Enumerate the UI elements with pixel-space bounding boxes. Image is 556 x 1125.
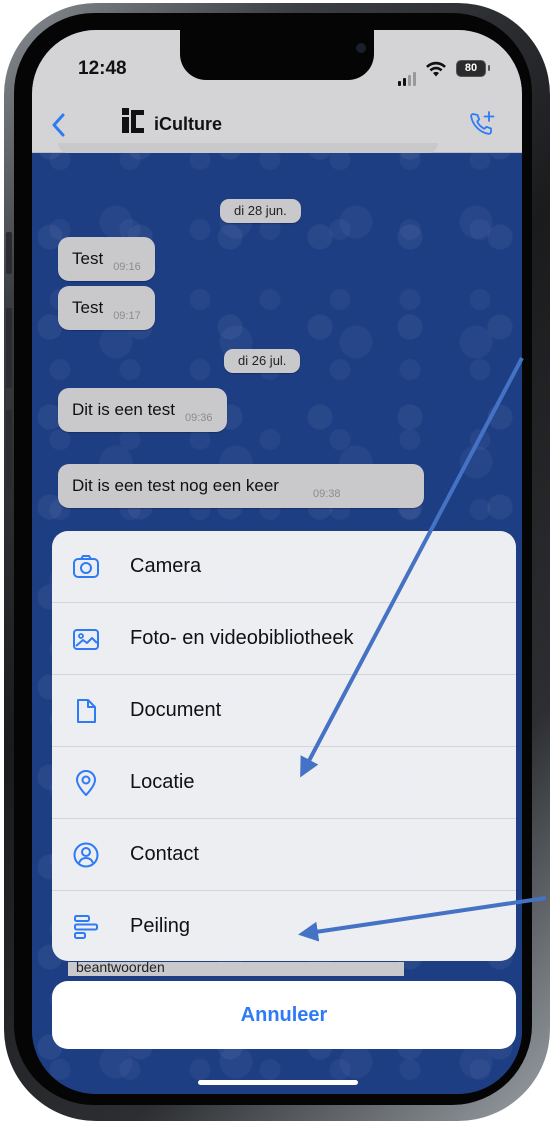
message-bubble[interactable]: Dit is een test 09:36 xyxy=(58,388,227,432)
front-camera xyxy=(356,43,366,53)
volume-down-button xyxy=(6,410,12,490)
cancel-button[interactable]: Annuleer xyxy=(52,981,516,1049)
message-text: Dit is een test xyxy=(72,400,175,419)
phone-screen: 12:48 80 iCulture di 28 jun. Test 09:16 … xyxy=(32,30,522,1094)
action-label: Camera xyxy=(130,555,202,577)
message-time: 09:16 xyxy=(113,261,141,273)
message-text: Dit is een test nog een keer xyxy=(72,476,279,495)
message-time: 09:38 xyxy=(312,488,341,500)
action-label: Foto- en videobibliotheek xyxy=(130,627,354,649)
partial-message-bubble: beantwoorden xyxy=(68,962,404,976)
home-indicator[interactable] xyxy=(198,1080,358,1085)
document-icon xyxy=(77,699,96,723)
attachment-action-sheet: Camera Foto- en videobibliotheek Documen… xyxy=(52,531,516,961)
poll-icon xyxy=(74,915,98,939)
location-pin-icon xyxy=(76,770,96,796)
date-separator: di 28 jun. xyxy=(220,199,301,223)
message-bubble[interactable]: Test 09:17 xyxy=(58,286,155,330)
battery-indicator: 80 xyxy=(456,60,490,77)
date-label: di 26 jul. xyxy=(238,353,287,368)
action-poll[interactable]: Peiling xyxy=(52,891,516,961)
message-text: Test xyxy=(72,298,104,317)
chat-title[interactable]: iCulture xyxy=(154,114,222,135)
action-location[interactable]: Locatie xyxy=(52,747,516,819)
date-label: di 28 jun. xyxy=(234,203,287,218)
previous-message-edge xyxy=(58,143,438,153)
back-chevron-icon[interactable] xyxy=(48,112,70,138)
action-label: Document xyxy=(130,699,222,721)
message-bubble[interactable]: Test 09:16 xyxy=(58,237,155,281)
signal-icon xyxy=(398,68,418,86)
status-time: 12:48 xyxy=(78,58,127,79)
action-camera[interactable]: Camera xyxy=(52,531,516,603)
action-contact[interactable]: Contact xyxy=(52,819,516,891)
notch xyxy=(180,30,374,80)
wifi-icon xyxy=(426,61,446,77)
status-bar: 12:48 80 xyxy=(32,30,522,100)
message-text: Test xyxy=(72,249,104,268)
message-time: 09:17 xyxy=(113,310,141,322)
photo-library-icon xyxy=(73,629,99,650)
camera-icon xyxy=(73,555,99,578)
volume-up-button xyxy=(6,308,12,388)
message-time: 09:36 xyxy=(185,412,213,424)
contact-icon xyxy=(73,842,99,868)
add-call-icon[interactable] xyxy=(468,110,496,138)
action-label: Locatie xyxy=(130,771,195,793)
message-bubble[interactable]: Dit is een test nog een keer 09:38 xyxy=(58,464,424,508)
date-separator: di 26 jul. xyxy=(224,349,301,373)
silent-switch xyxy=(6,232,12,274)
message-text: beantwoorden xyxy=(76,962,165,975)
action-label: Contact xyxy=(130,843,199,865)
action-document[interactable]: Document xyxy=(52,675,516,747)
icculture-logo-icon[interactable] xyxy=(118,106,148,136)
action-photo-library[interactable]: Foto- en videobibliotheek xyxy=(52,603,516,675)
action-label: Peiling xyxy=(130,915,191,937)
